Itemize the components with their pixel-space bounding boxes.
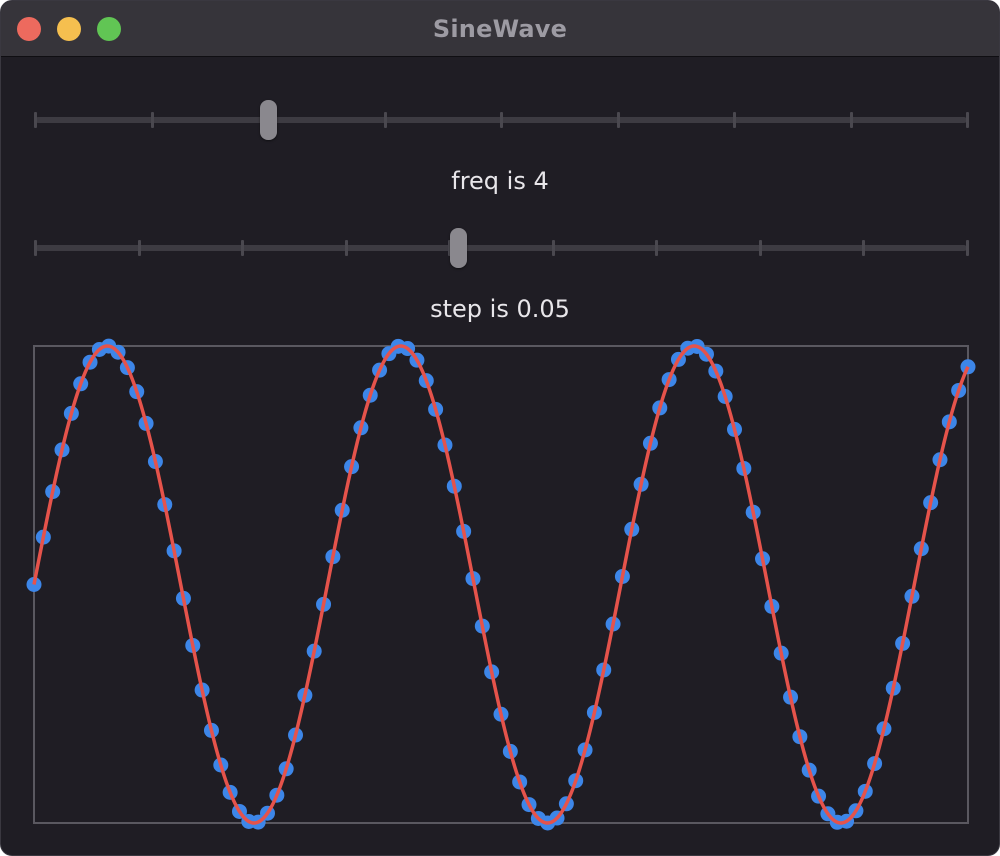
sample-points (26, 338, 976, 831)
sine-chart (26, 338, 976, 831)
sinewave-window: SineWave freq is 4 step is 0.05 (0, 0, 1000, 856)
sine-curve (32, 344, 970, 825)
chart-frame (33, 345, 969, 824)
